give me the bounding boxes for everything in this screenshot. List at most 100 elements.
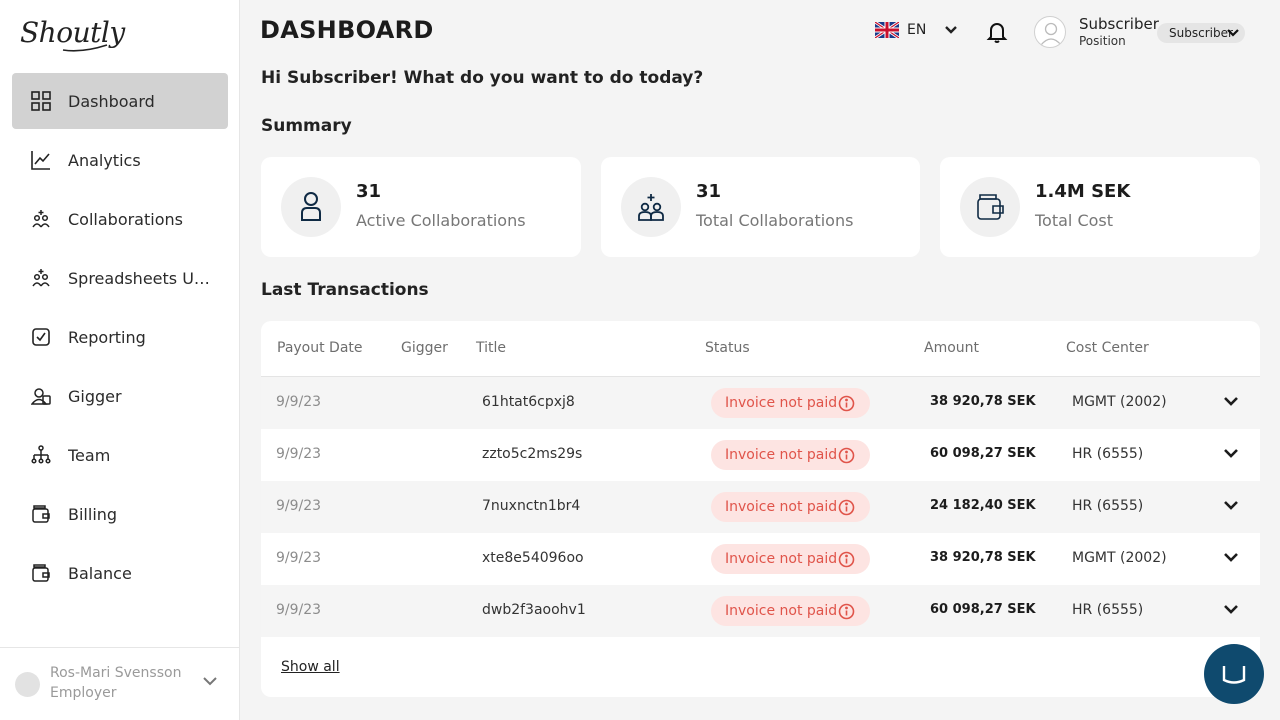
title: xte8e54096oo — [482, 550, 584, 566]
chat-launcher-button[interactable] — [1204, 644, 1264, 704]
info-icon[interactable] — [838, 447, 855, 464]
summary-card-total-collaborations: 31 Total Collaborations — [601, 157, 920, 257]
account-role: Employer — [50, 685, 117, 701]
sidebar-item-gigger[interactable]: Gigger — [12, 368, 228, 424]
account-name: Ros-Mari Svensson — [50, 665, 182, 681]
table-row[interactable]: 9/9/23 61htat6cpxj8 Invoice not paid 38 … — [261, 377, 1260, 429]
table-header: Payout Date Gigger Title Status Amount C… — [261, 321, 1260, 377]
amount: 38 920,78 SEK — [930, 394, 1036, 409]
sidebar-item-analytics[interactable]: Analytics — [12, 132, 228, 188]
info-icon[interactable] — [838, 551, 855, 568]
payout-date: 9/9/23 — [276, 550, 322, 566]
chevron-down-icon[interactable] — [202, 676, 218, 686]
card-caption: Total Collaborations — [696, 211, 854, 230]
status-text: Invoice not paid — [725, 551, 838, 567]
cost-center: HR (6555) — [1072, 498, 1144, 514]
sidebar-item-reporting[interactable]: Reporting — [12, 309, 228, 365]
greeting: Hi Subscriber! What do you want to do to… — [261, 68, 704, 88]
info-icon[interactable] — [838, 499, 855, 516]
payout-date: 9/9/23 — [276, 446, 322, 462]
page-title: DASHBOARD — [260, 16, 434, 44]
column-header[interactable]: Amount — [924, 340, 979, 356]
user-name: Subscriber — [1079, 15, 1159, 33]
card-icon-circle — [621, 177, 681, 237]
card-caption: Active Collaborations — [356, 211, 526, 230]
status-text: Invoice not paid — [725, 499, 838, 515]
wallet-icon — [30, 503, 52, 525]
payout-date: 9/9/23 — [276, 394, 322, 410]
checkbox-icon — [30, 326, 52, 348]
sidebar-item-collaborations[interactable]: Collaborations — [12, 191, 228, 247]
show-all-link[interactable]: Show all — [281, 659, 340, 675]
sidebar-item-label: Collaborations — [68, 209, 183, 229]
status-text: Invoice not paid — [725, 395, 838, 411]
amount: 60 098,27 SEK — [930, 602, 1036, 617]
card-value: 31 — [696, 181, 722, 202]
sidebar-item-billing[interactable]: Billing — [12, 486, 228, 542]
table-row[interactable]: 9/9/23 7nuxnctn1br4 Invoice not paid 24 … — [261, 481, 1260, 533]
summary-card-active-collaborations: 31 Active Collaborations — [261, 157, 581, 257]
sidebar-item-label: Dashboard — [68, 91, 155, 111]
summary-title: Summary — [261, 116, 352, 136]
user-position: Position — [1079, 34, 1126, 48]
sidebar-item-label: Balance — [68, 563, 132, 583]
cost-center: MGMT (2002) — [1072, 394, 1167, 410]
status-badge: Invoice not paid — [711, 388, 870, 418]
sidebar-item-spreadsheets-uploads[interactable]: Spreadsheets Uploads — [12, 250, 228, 306]
table-row[interactable]: 9/9/23 dwb2f3aoohv1 Invoice not paid 60 … — [261, 585, 1260, 637]
card-value: 1.4M SEK — [1035, 181, 1131, 202]
role-select[interactable]: Subscriber — [1157, 23, 1245, 43]
cost-center: HR (6555) — [1072, 446, 1144, 462]
column-header[interactable]: Title — [476, 340, 506, 356]
sidebar-item-balance[interactable]: Balance — [12, 545, 228, 601]
status-badge: Invoice not paid — [711, 596, 870, 626]
column-header[interactable]: Cost Center — [1066, 340, 1149, 356]
chevron-down-icon[interactable] — [1223, 395, 1239, 407]
cost-center: MGMT (2002) — [1072, 550, 1167, 566]
bell-icon[interactable] — [986, 20, 1008, 44]
people-plus-icon — [30, 267, 52, 289]
chevron-down-icon[interactable] — [1223, 499, 1239, 511]
sidebar-item-team[interactable]: Team — [12, 427, 228, 483]
line-chart-icon — [30, 149, 52, 171]
status-badge: Invoice not paid — [711, 492, 870, 522]
chevron-down-icon[interactable] — [1223, 603, 1239, 615]
user-icon — [1040, 22, 1062, 46]
title: 61htat6cpxj8 — [482, 394, 575, 410]
role-select-value: Subscriber — [1169, 26, 1233, 40]
summary-card-total-cost: 1.4M SEK Total Cost — [940, 157, 1260, 257]
column-header[interactable]: Payout Date — [277, 340, 363, 356]
info-icon[interactable] — [838, 395, 855, 412]
language-selector[interactable]: EN — [875, 22, 958, 38]
column-header[interactable]: Gigger — [401, 340, 448, 356]
amount: 60 098,27 SEK — [930, 446, 1036, 461]
transactions-title: Last Transactions — [261, 280, 429, 300]
column-header[interactable]: Status — [705, 340, 750, 356]
amount: 24 182,40 SEK — [930, 498, 1036, 513]
title: 7nuxnctn1br4 — [482, 498, 581, 514]
chevron-down-icon — [1227, 29, 1239, 37]
sidebar-item-dashboard[interactable]: Dashboard — [12, 73, 228, 129]
payout-date: 9/9/23 — [276, 498, 322, 514]
chat-icon — [1222, 666, 1246, 684]
table-row[interactable]: 9/9/23 zzto5c2ms29s Invoice not paid 60 … — [261, 429, 1260, 481]
card-value: 31 — [356, 181, 382, 202]
status-text: Invoice not paid — [725, 447, 838, 463]
grid-icon — [30, 90, 52, 112]
user-avatar[interactable] — [1034, 16, 1066, 48]
chevron-down-icon[interactable] — [1223, 447, 1239, 459]
account-switcher[interactable]: Ros-Mari Svensson Employer — [0, 647, 240, 720]
wallet-icon — [30, 562, 52, 584]
uk-flag-icon — [875, 22, 899, 38]
sidebar-item-label: Spreadsheets Uploads — [68, 268, 214, 288]
payout-date: 9/9/23 — [276, 602, 322, 618]
info-icon[interactable] — [838, 603, 855, 620]
sidebar-item-label: Billing — [68, 504, 118, 524]
chevron-down-icon[interactable] — [1223, 551, 1239, 563]
cost-center: HR (6555) — [1072, 602, 1144, 618]
person-icon — [301, 192, 321, 221]
sidebar-nav: Dashboard Analytics Collaborations Sprea… — [12, 73, 228, 604]
status-text: Invoice not paid — [725, 603, 838, 619]
table-row[interactable]: 9/9/23 xte8e54096oo Invoice not paid 38 … — [261, 533, 1260, 585]
avatar — [15, 672, 40, 697]
